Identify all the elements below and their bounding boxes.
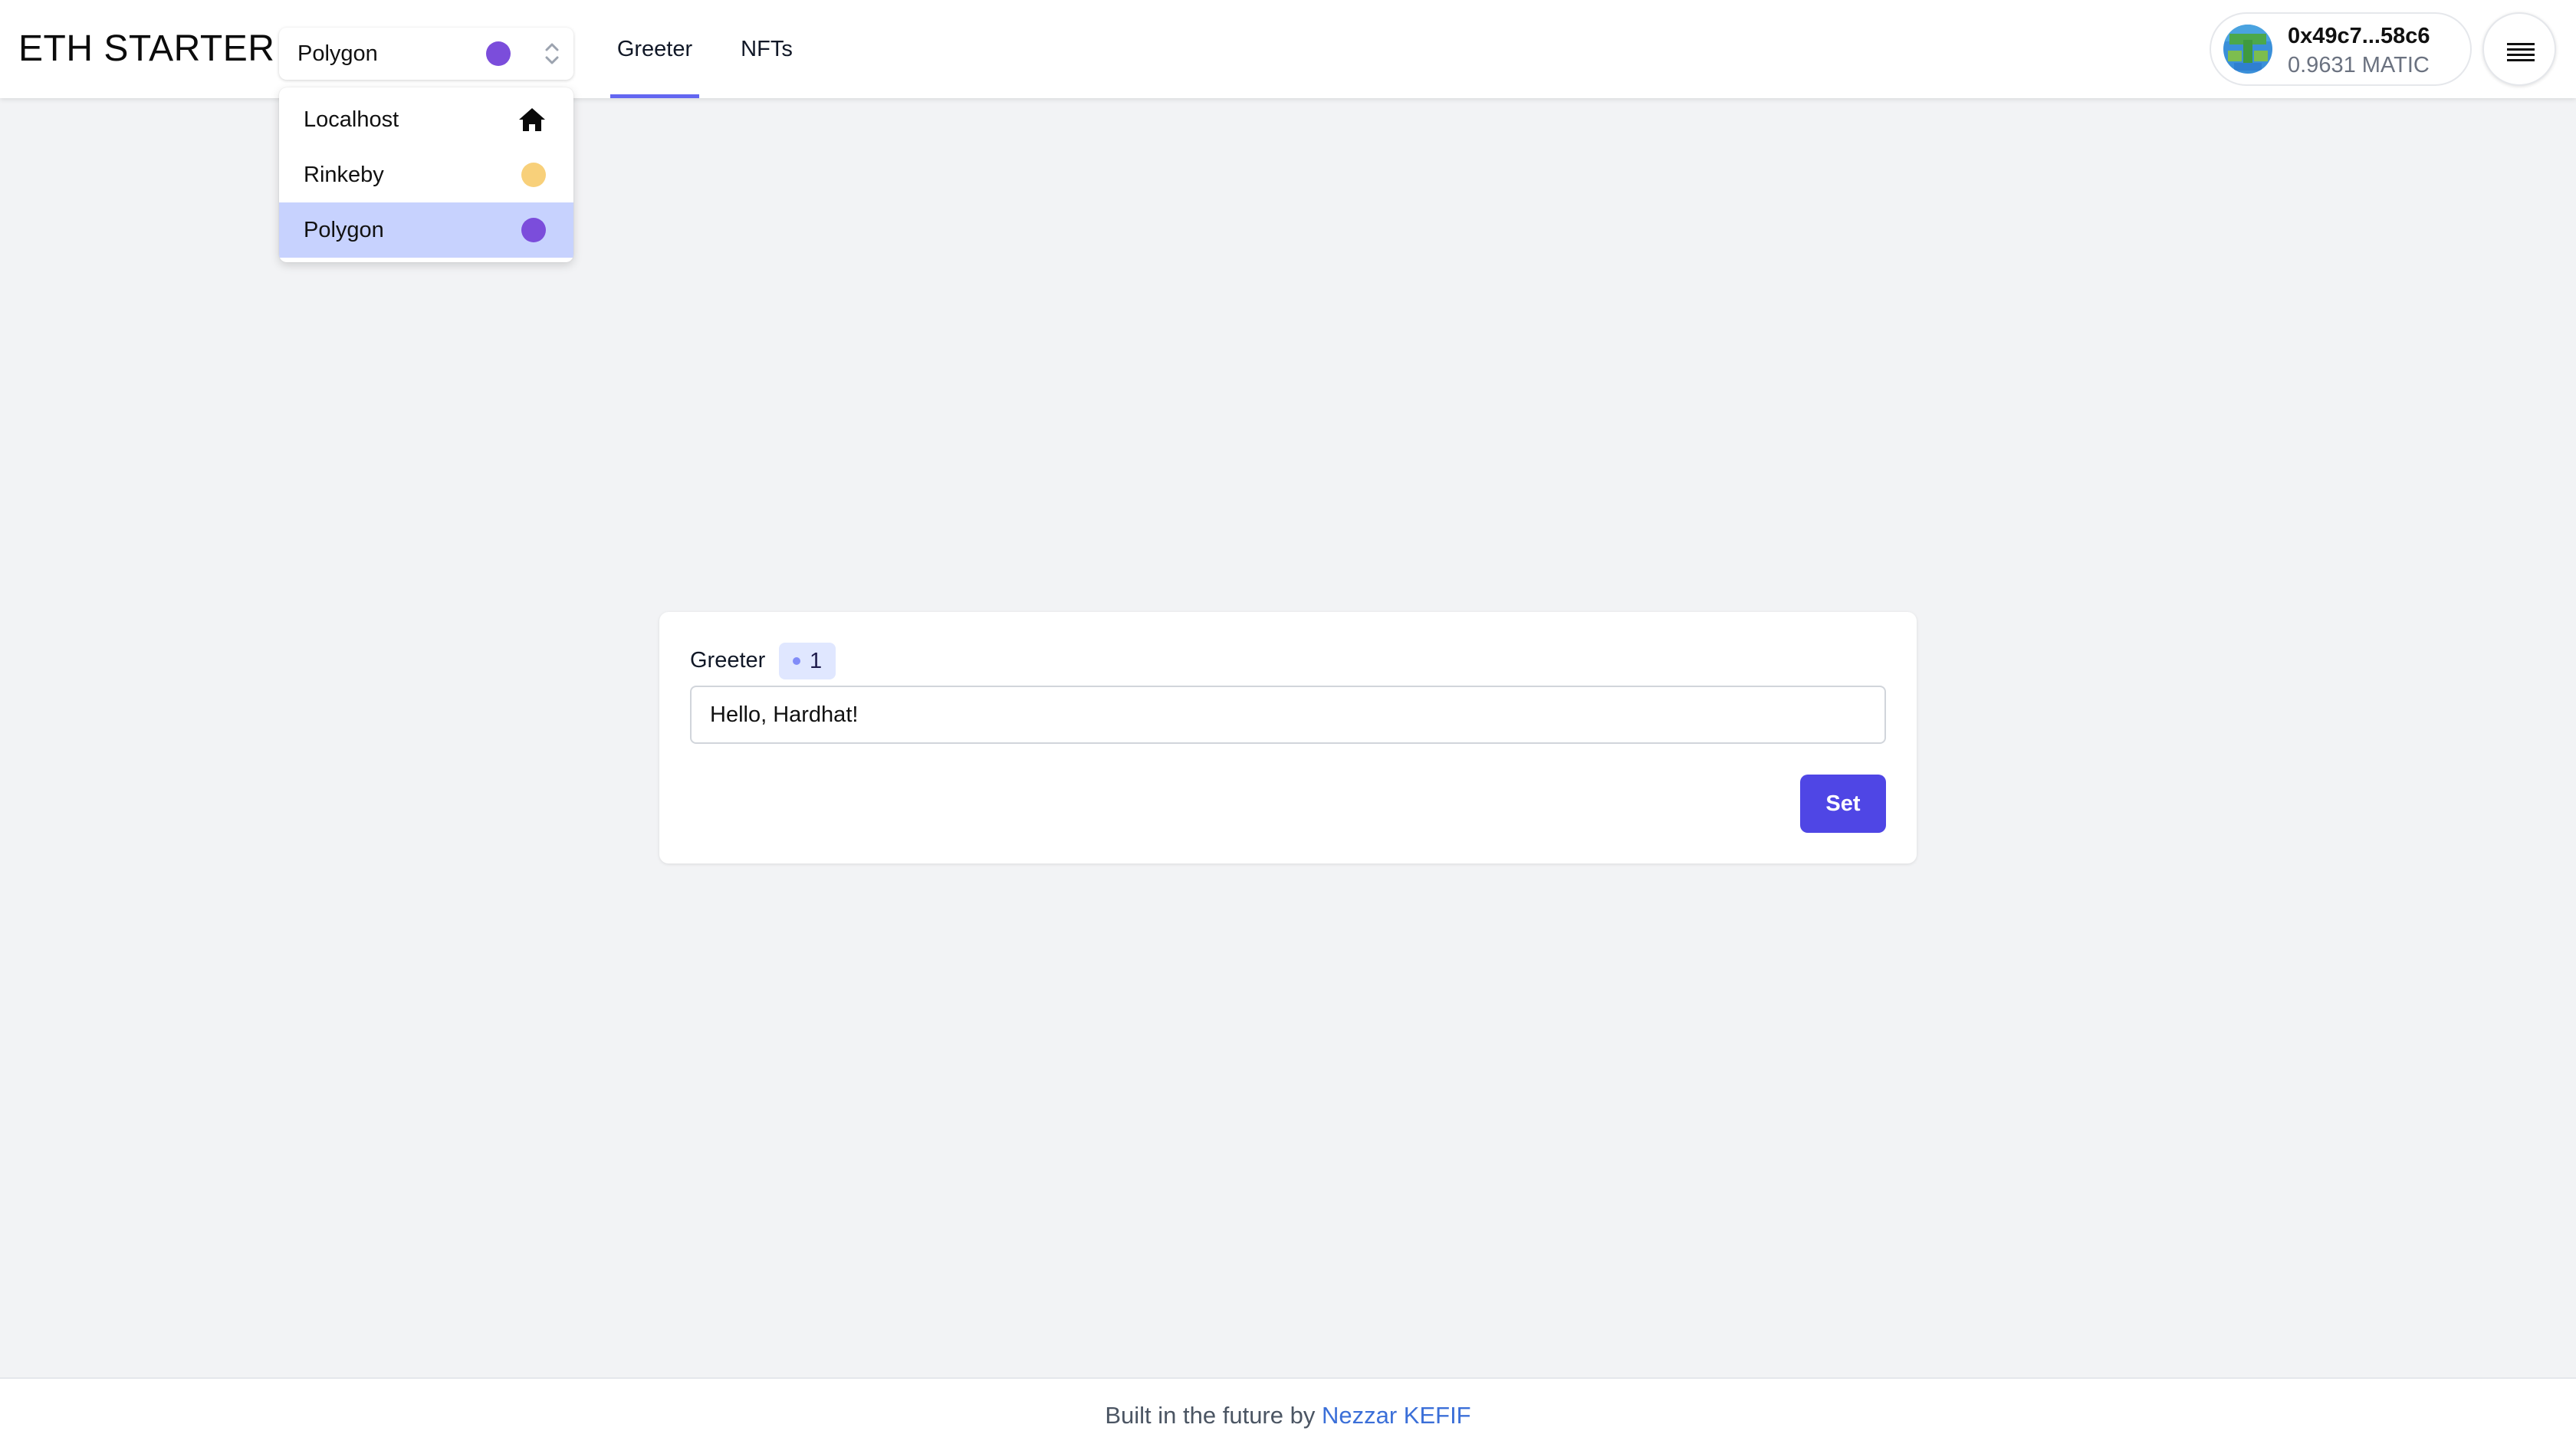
tab-greeter[interactable]: Greeter [610,0,699,98]
footer: Built in the future by Nezzar KEFIF [0,1377,2576,1454]
network-option-rinkeby[interactable]: Rinkeby [279,147,573,202]
network-option-polygon[interactable]: Polygon [279,202,573,258]
network-select-value: Polygon [297,41,378,66]
greeting-input[interactable] [690,686,1886,744]
top-navbar: ETH STARTER Polygon Greeter NFTs 0x49c7.… [0,0,2576,98]
card-title: Greeter [690,648,766,673]
brand-title[interactable]: ETH STARTER [18,28,274,71]
network-option-label: Rinkeby [304,163,384,187]
author-link[interactable]: Nezzar KEFIF [1322,1402,1471,1429]
network-color-dot [521,218,546,242]
home-icon [519,108,545,131]
wallet-account-button[interactable]: 0x49c7...58c6 0.9631 MATIC [2210,12,2472,86]
network-option-label: Localhost [304,107,399,132]
badge-dot [793,657,800,665]
network-color-dot [521,163,546,187]
badge-count: 1 [810,648,823,673]
footer-text: Built in the future by [1105,1402,1322,1429]
network-option-localhost[interactable]: Localhost [279,92,573,147]
app-page: ETH STARTER Polygon Greeter NFTs 0x49c7.… [0,0,2576,1454]
set-button[interactable]: Set [1800,775,1886,833]
network-dropdown-menu: Localhost Rinkeby Polygon [279,87,573,262]
wallet-balance: 0.9631 MATIC [2288,53,2430,77]
network-option-label: Polygon [304,218,384,242]
greeter-card: Greeter 1 Set [659,612,1917,864]
wallet-avatar [2223,25,2272,74]
tab-nfts[interactable]: NFTs [727,0,807,98]
network-select[interactable]: Polygon [279,28,573,80]
menu-button[interactable] [2482,12,2556,86]
greeter-count-badge: 1 [779,643,836,679]
wallet-address: 0x49c7...58c6 [2288,24,2430,48]
network-color-dot [486,41,511,66]
chevron-updown-icon [545,43,559,64]
